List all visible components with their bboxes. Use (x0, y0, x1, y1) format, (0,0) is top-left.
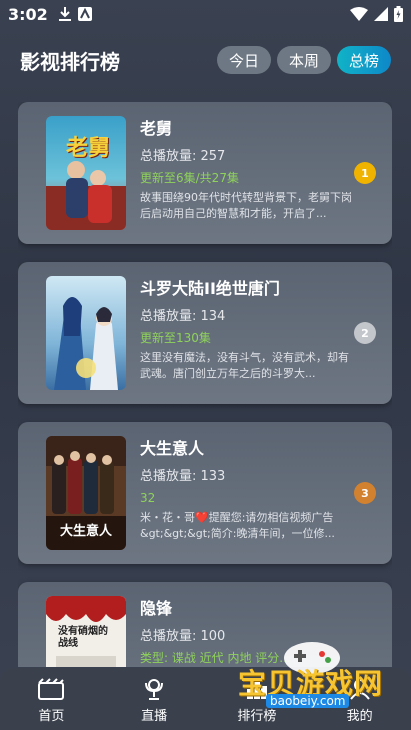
poster-caption: 大生意人 (60, 524, 113, 539)
rank-badge: 1 (354, 162, 376, 184)
card-body: 斗罗大陆II绝世唐门 总播放量: 134 更新至130集 这里没有魔法，没有斗气… (140, 278, 352, 382)
ranking-card[interactable]: 斗罗大陆II绝世唐门 总播放量: 134 更新至130集 这里没有魔法，没有斗气… (18, 262, 392, 404)
live-icon (142, 675, 166, 703)
nav-live-label: 直播 (141, 709, 168, 724)
nav-home[interactable]: 首页 (11, 675, 91, 724)
card-body: 大生意人 总播放量: 133 32 米・花・哥❤️提醒您:请勿相信视频广告&gt… (140, 438, 352, 542)
film-icon (38, 675, 65, 703)
status-bar: 3:02 (0, 0, 411, 28)
app-notification-icon (77, 7, 92, 21)
card-description: 米・花・哥❤️提醒您:请勿相信视频广告&gt;&gt;&gt;简介:晚清年间，一… (140, 511, 335, 540)
rank-badge: 3 (354, 482, 376, 504)
ranking-card[interactable]: 老舅 老舅 总播放量: 257 更新至6集/共27集 故事围绕90年代时代转型背… (18, 102, 392, 244)
rank-badge: 2 (354, 322, 376, 344)
poster-image (46, 276, 126, 390)
card-title: 斗罗大陆II绝世唐门 (140, 279, 280, 298)
watermark-logo: 宝贝游戏网 baobeiy.com (236, 636, 386, 712)
card-body: 老舅 总播放量: 257 更新至6集/共27集 故事围绕90年代时代转型背景下，… (140, 118, 352, 222)
nav-live[interactable]: 直播 (114, 675, 194, 724)
header: 影视排行榜 今日 本周 总榜 (0, 40, 411, 80)
signal-icon (374, 7, 388, 21)
poster-caption: 老舅 (66, 136, 111, 161)
update-status: 32 (140, 491, 156, 505)
card-description: 故事围绕90年代时代转型背景下，老舅下岗后启动用自己的智慧和才能，开启了... (140, 191, 352, 220)
play-count: 总播放量: 133 (140, 469, 226, 484)
poster-image: 老舅 (46, 116, 126, 230)
update-status: 更新至6集/共27集 (140, 171, 239, 185)
play-count: 总播放量: 257 (140, 149, 226, 164)
status-left-icons (58, 6, 92, 22)
ranking-card[interactable]: 大生意人 大生意人 总播放量: 133 32 米・花・哥❤️提醒您:请勿相信视频… (18, 422, 392, 564)
nav-home-label: 首页 (38, 709, 65, 724)
page-title: 影视排行榜 (20, 49, 120, 74)
poster-image: 大生意人 (46, 436, 126, 550)
tab-today[interactable]: 今日 (216, 46, 271, 74)
watermark-url: baobeiy.com (266, 694, 350, 708)
status-time: 3:02 (8, 4, 48, 24)
card-title: 老舅 (140, 119, 173, 138)
ranking-list[interactable]: 老舅 老舅 总播放量: 257 更新至6集/共27集 故事围绕90年代时代转型背… (18, 102, 392, 667)
tab-this-week[interactable]: 本周 (276, 46, 331, 74)
period-tabs: 今日 本周 总榜 (216, 46, 391, 74)
status-right-icons (350, 6, 403, 22)
poster-image: 没有硝烟的战线 (46, 596, 126, 667)
tab-all-time[interactable]: 总榜 (336, 46, 391, 74)
play-count: 总播放量: 134 (140, 309, 226, 324)
card-title: 隐锋 (140, 599, 173, 618)
card-description: 这里没有魔法，没有斗气，没有武术，却有武魂。唐门创立万年之后的斗罗大... (140, 351, 349, 380)
poster-caption: 没有硝烟的战线 (58, 626, 108, 649)
battery-icon (394, 6, 403, 22)
card-title: 大生意人 (140, 439, 205, 458)
wifi-icon (350, 7, 368, 21)
update-status: 更新至130集 (140, 331, 211, 345)
download-icon (58, 7, 71, 21)
